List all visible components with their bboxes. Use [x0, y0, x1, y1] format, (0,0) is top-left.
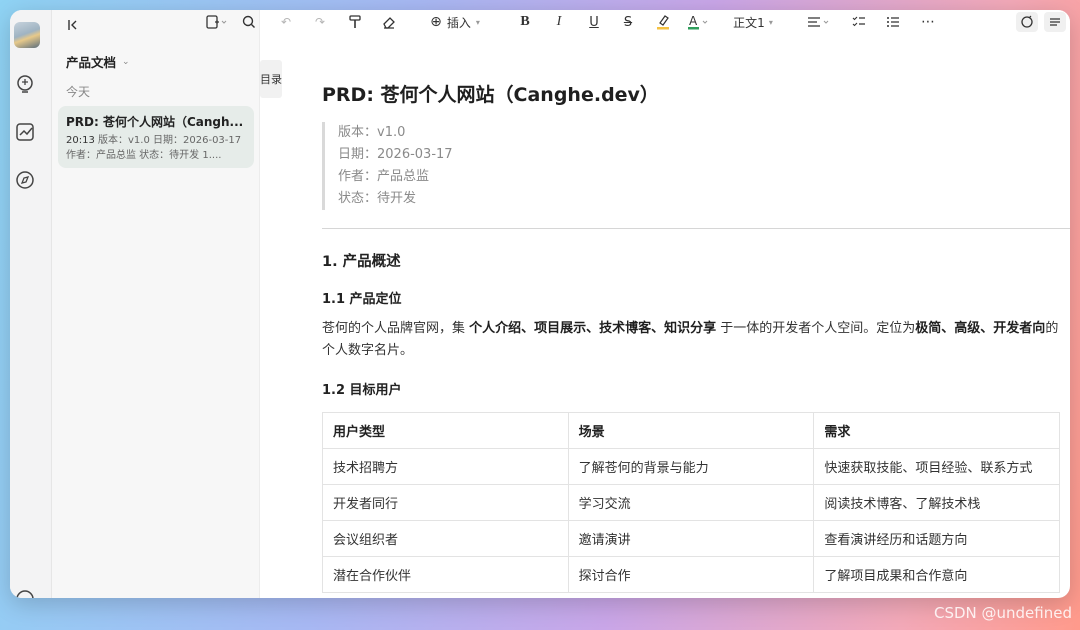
divider — [322, 228, 1070, 229]
checklist-icon[interactable] — [850, 12, 868, 32]
insert-button[interactable]: ⊕ 插入 ▾ — [425, 12, 485, 32]
toc-tab[interactable]: 目录 — [260, 60, 282, 98]
doc-sidebar: 产品文档 ⌄ 今天 PRD: 苍何个人网站（Cangh... 20:13 版本：… — [52, 10, 260, 598]
watermark: CSDN @undefined — [933, 604, 1072, 622]
font-color-button[interactable]: A — [684, 12, 714, 32]
edit-chart-icon[interactable] — [14, 121, 36, 143]
table-header-cell: 场景 — [567, 412, 815, 449]
doc-list-item[interactable]: PRD: 苍何个人网站（Cangh... 20:13 版本：v1.0 日期：20… — [58, 106, 254, 168]
heading-positioning: 1.1 产品定位 — [322, 292, 402, 307]
table-cell: 阅读技术博客、了解技术栈 — [813, 484, 1060, 521]
document-body[interactable]: PRD: 苍何个人网站（Canghe.dev） 版本：v1.0 日期：2026-… — [322, 80, 1070, 593]
meta-date: 日期：2026-03-17 — [338, 147, 453, 162]
new-doc-icon[interactable] — [206, 12, 228, 32]
avatar[interactable] — [14, 22, 40, 48]
chevron-down-icon: ▾ — [768, 17, 773, 27]
bold-button[interactable]: B — [516, 12, 534, 32]
text-style-label: 正文1 — [733, 15, 765, 30]
table-cell: 会议组织者 — [322, 520, 569, 557]
meta-author: 作者：产品总监 — [338, 169, 430, 184]
table-cell: 探讨合作 — [567, 556, 815, 593]
icon-rail — [10, 10, 52, 598]
search-icon[interactable] — [240, 12, 258, 32]
format-painter-icon[interactable] — [346, 12, 364, 32]
table-header-row: 用户类型 场景 需求 — [322, 412, 1060, 449]
redo-icon[interactable]: ↷ — [311, 12, 329, 32]
table-cell: 了解苍何的背景与能力 — [567, 448, 815, 485]
table-cell: 学习交流 — [567, 484, 815, 521]
align-button[interactable] — [804, 12, 834, 32]
target-users-table: 用户类型 场景 需求 技术招聘方 了解苍何的背景与能力 快速获取技能、项目经验、… — [322, 412, 1060, 593]
doc-item-title: PRD: 苍何个人网站（Cangh... — [66, 115, 244, 129]
doc-item-meta: 20:13 版本：v1.0 日期：2026-03-17 作者：产品总监 状态：待… — [66, 133, 246, 163]
para-text: 苍何的个人品牌官网，集 — [322, 321, 470, 336]
meta-version: 版本：v1.0 — [338, 125, 406, 140]
table-row: 会议组织者 邀请演讲 查看演讲经历和话题方向 — [322, 520, 1060, 557]
text-style-select[interactable]: 正文1 ▾ — [730, 12, 776, 32]
table-row: 技术招聘方 了解苍何的背景与能力 快速获取技能、项目经验、联系方式 — [322, 448, 1060, 485]
para-text: 于一体的开发者个人空间。定位为 — [716, 321, 916, 336]
more-icon[interactable]: ⋯ — [919, 12, 937, 32]
chevron-down-icon: ⌄ — [122, 56, 130, 67]
table-header-cell: 需求 — [813, 412, 1060, 449]
table-cell: 查看演讲经历和话题方向 — [813, 520, 1060, 557]
meta-status: 状态：待开发 — [338, 191, 417, 206]
folder-title-label: 产品文档 — [66, 55, 117, 70]
meta-quote-block: 版本：v1.0 日期：2026-03-17 作者：产品总监 状态：待开发 — [322, 122, 1062, 210]
heading-overview: 1. 产品概述 — [322, 254, 401, 270]
editor-toolbar: ↶ ↷ ⊕ 插入 ▾ B I U S A 正文1 ▾ ⋯ — [206, 10, 1070, 36]
strikethrough-button[interactable]: S — [619, 12, 637, 32]
table-cell: 技术招聘方 — [322, 448, 569, 485]
table-cell: 潜在合作伙伴 — [322, 556, 569, 593]
svg-text:A: A — [689, 14, 698, 28]
doc-item-time: 20:13 — [66, 135, 95, 146]
table-cell: 快速获取技能、项目经验、联系方式 — [813, 448, 1060, 485]
table-cell: 了解项目成果和合作意向 — [813, 556, 1060, 593]
lightbulb-icon[interactable] — [14, 73, 36, 95]
italic-button[interactable]: I — [550, 12, 568, 32]
table-row: 开发者同行 学习交流 阅读技术博客、了解技术栈 — [322, 484, 1060, 521]
table-row: 潜在合作伙伴 探讨合作 了解项目成果和合作意向 — [322, 556, 1060, 593]
plus-circle-icon: ⊕ — [430, 14, 442, 30]
chevron-down-icon: ▾ — [475, 17, 480, 27]
undo-icon[interactable]: ↶ — [277, 12, 295, 32]
ai-assistant-icon[interactable] — [1016, 12, 1038, 32]
table-header-cell: 用户类型 — [322, 412, 569, 449]
date-section-label: 今天 — [66, 85, 91, 99]
page-title: PRD: 苍何个人网站（Canghe.dev） — [322, 84, 659, 106]
collapse-sidebar-icon[interactable] — [64, 16, 82, 34]
highlight-button[interactable] — [654, 12, 672, 32]
table-cell: 邀请演讲 — [567, 520, 815, 557]
help-icon[interactable] — [14, 588, 36, 598]
positioning-paragraph: 苍何的个人品牌官网，集 个人介绍、项目展示、技术博客、知识分享 于一体的开发者个… — [322, 318, 1067, 362]
compass-icon[interactable] — [14, 169, 36, 191]
eraser-icon[interactable] — [380, 12, 398, 32]
table-cell: 开发者同行 — [322, 484, 569, 521]
folder-title[interactable]: 产品文档 ⌄ — [66, 52, 130, 71]
para-bold: 极简、高级、开发者向 — [915, 321, 1046, 336]
outline-toggle-icon[interactable] — [1044, 12, 1066, 32]
app-window: 产品文档 ⌄ 今天 PRD: 苍何个人网站（Cangh... 20:13 版本：… — [10, 10, 1070, 598]
para-bold: 个人介绍、项目展示、技术博客、知识分享 — [469, 321, 717, 336]
bullet-list-icon[interactable] — [884, 12, 902, 32]
heading-target-users: 1.2 目标用户 — [322, 383, 402, 398]
insert-label: 插入 — [446, 15, 471, 30]
underline-button[interactable]: U — [585, 12, 603, 32]
